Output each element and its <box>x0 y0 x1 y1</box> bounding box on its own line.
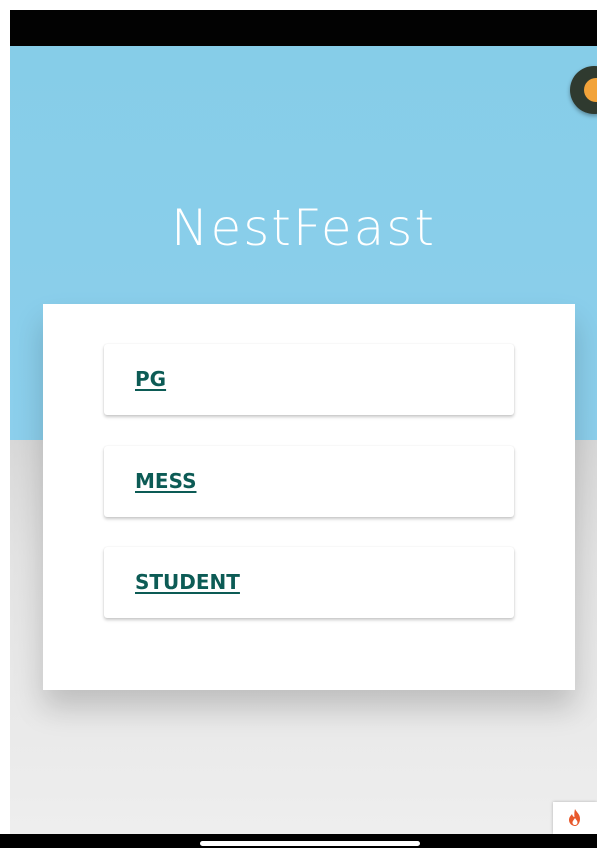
student-button-label: STUDENT <box>135 570 240 594</box>
pg-button-label: PG <box>135 367 167 391</box>
app-title: NestFeast <box>171 199 436 257</box>
mess-button-label: MESS <box>135 469 197 493</box>
avatar-icon <box>584 78 597 102</box>
role-selection-card: PG MESS STUDENT <box>43 304 575 690</box>
home-indicator[interactable] <box>200 841 420 846</box>
app-screen: NestFeast PG MESS STUDENT <box>0 0 597 848</box>
flame-icon <box>569 809 580 826</box>
dev-badge-button[interactable] <box>553 802 597 834</box>
student-button[interactable]: STUDENT <box>104 547 514 618</box>
mess-button[interactable]: MESS <box>104 446 514 517</box>
status-bar <box>10 10 597 46</box>
pg-button[interactable]: PG <box>104 344 514 415</box>
